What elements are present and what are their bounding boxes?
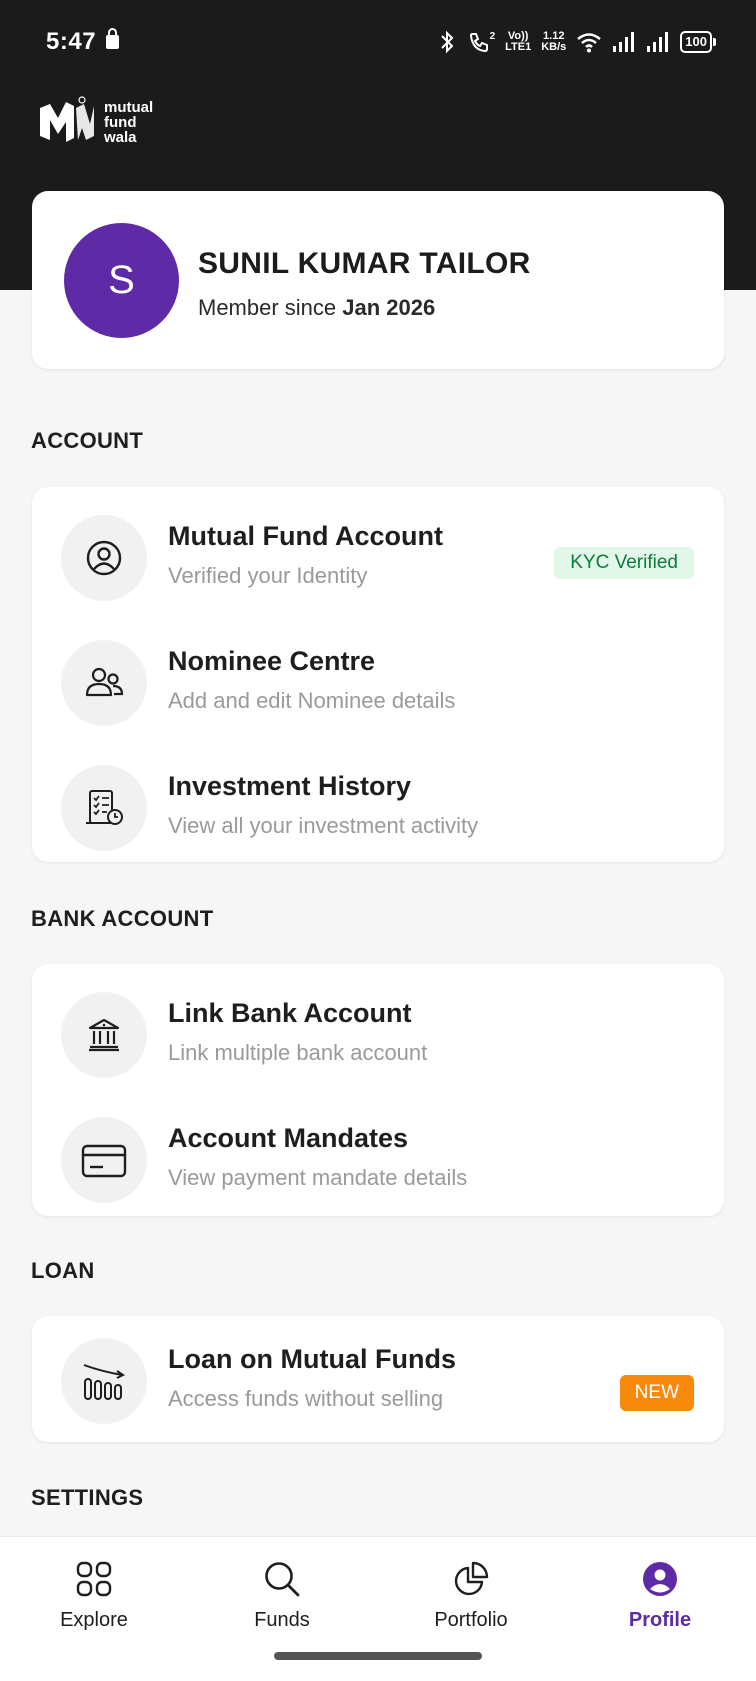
section-title-settings: SETTINGS	[31, 1485, 144, 1510]
member-since-label: Member since	[198, 295, 343, 320]
bank-icon	[61, 992, 147, 1078]
brand-logo: mutual fund wala	[38, 94, 153, 150]
volte-indicator: Vo)) LTE1	[505, 31, 531, 53]
status-time: 5:47	[46, 28, 97, 55]
menu-item-account-mandates[interactable]: Account Mandates View payment mandate de…	[32, 1109, 724, 1209]
menu-item-subtitle: Verified your Identity	[168, 563, 368, 588]
user-name: SUNIL KUMAR TAILOR	[198, 247, 531, 280]
grid-icon	[76, 1561, 112, 1597]
menu-item-title: Nominee Centre	[168, 646, 376, 676]
section-title-bank-account: BANK ACCOUNT	[31, 906, 214, 931]
profile-card[interactable]: S SUNIL KUMAR TAILOR Member since Jan 20…	[32, 191, 724, 369]
new-badge: NEW	[619, 1375, 694, 1411]
card-icon	[61, 1117, 147, 1203]
nav-tab-funds[interactable]: Funds	[212, 1559, 352, 1632]
bank-account-card: Link Bank Account Link multiple bank acc…	[32, 964, 724, 1216]
menu-item-title: Link Bank Account	[168, 998, 412, 1028]
volte-bottom: LTE1	[505, 41, 532, 53]
logo-line-1: mutual	[104, 98, 154, 116]
menu-item-loan-on-mutual-funds[interactable]: Loan on Mutual Funds Access funds withou…	[32, 1330, 724, 1430]
nav-label: Portfolio	[434, 1609, 508, 1631]
menu-item-investment-history[interactable]: Investment History View all your investm…	[32, 757, 724, 857]
kyc-verified-badge: KYC Verified	[554, 547, 694, 579]
status-indicators: 2 Vo)) LTE1 1.12 KB/s 100	[436, 26, 716, 58]
menu-item-nominee-centre[interactable]: Nominee Centre Add and edit Nominee deta…	[32, 632, 724, 732]
nav-tab-portfolio[interactable]: Portfolio	[401, 1559, 541, 1632]
menu-item-subtitle: Access funds without selling	[168, 1386, 444, 1411]
nav-tab-explore[interactable]: Explore	[24, 1559, 164, 1632]
history-report-icon	[61, 765, 147, 851]
member-since-date: Jan 2026	[342, 295, 436, 320]
menu-item-subtitle: View payment mandate details	[168, 1165, 468, 1190]
network-speed-unit: KB/s	[541, 41, 567, 53]
lock-icon	[106, 28, 119, 49]
logo-mark-icon	[40, 96, 94, 142]
signal-icon-2	[647, 32, 669, 52]
menu-item-mutual-fund-account[interactable]: Mutual Fund Account Verified your Identi…	[32, 507, 724, 607]
avatar: S	[64, 223, 179, 338]
nav-label: Funds	[254, 1609, 310, 1631]
loan-card: Loan on Mutual Funds Access funds withou…	[32, 1316, 724, 1442]
users-icon	[61, 640, 147, 726]
profile-icon	[643, 1562, 677, 1596]
status-bar: 5:47 2 Vo)) LTE1 1.12 KB/s 100	[0, 0, 756, 86]
member-since: Member since Jan 2026	[198, 295, 435, 321]
bluetooth-icon	[440, 30, 454, 54]
section-title-loan: LOAN	[31, 1258, 95, 1283]
menu-item-link-bank-account[interactable]: Link Bank Account Link multiple bank acc…	[32, 984, 724, 1084]
section-title-account: ACCOUNT	[31, 428, 144, 453]
menu-item-title: Account Mandates	[168, 1123, 409, 1153]
declining-chart-icon	[61, 1338, 147, 1424]
menu-item-title: Mutual Fund Account	[168, 521, 443, 551]
signal-icon	[613, 32, 635, 52]
user-circle-icon	[61, 515, 147, 601]
logo-line-3: wala	[104, 128, 137, 146]
account-card: Mutual Fund Account Verified your Identi…	[32, 487, 724, 862]
call-icon: 2	[468, 31, 496, 53]
battery-indicator: 100	[680, 31, 716, 53]
logo-text: mutual fund wala	[104, 100, 153, 145]
home-indicator[interactable]	[274, 1652, 482, 1660]
search-icon	[265, 1562, 300, 1597]
nav-label: Profile	[628, 1609, 692, 1631]
nav-tab-profile[interactable]: Profile	[590, 1559, 730, 1632]
pie-chart-icon	[454, 1561, 489, 1596]
menu-item-title: Loan on Mutual Funds	[168, 1344, 456, 1374]
nav-label: Explore	[60, 1609, 128, 1631]
menu-item-subtitle: Link multiple bank account	[168, 1040, 428, 1065]
wifi-icon	[577, 33, 602, 53]
logo-line-2: fund	[104, 113, 137, 131]
call-sim-label: 2	[489, 31, 496, 42]
menu-item-title: Investment History	[168, 771, 412, 801]
menu-item-subtitle: View all your investment activity	[168, 813, 479, 838]
menu-item-subtitle: Add and edit Nominee details	[168, 688, 456, 713]
network-speed: 1.12 KB/s	[541, 31, 566, 53]
